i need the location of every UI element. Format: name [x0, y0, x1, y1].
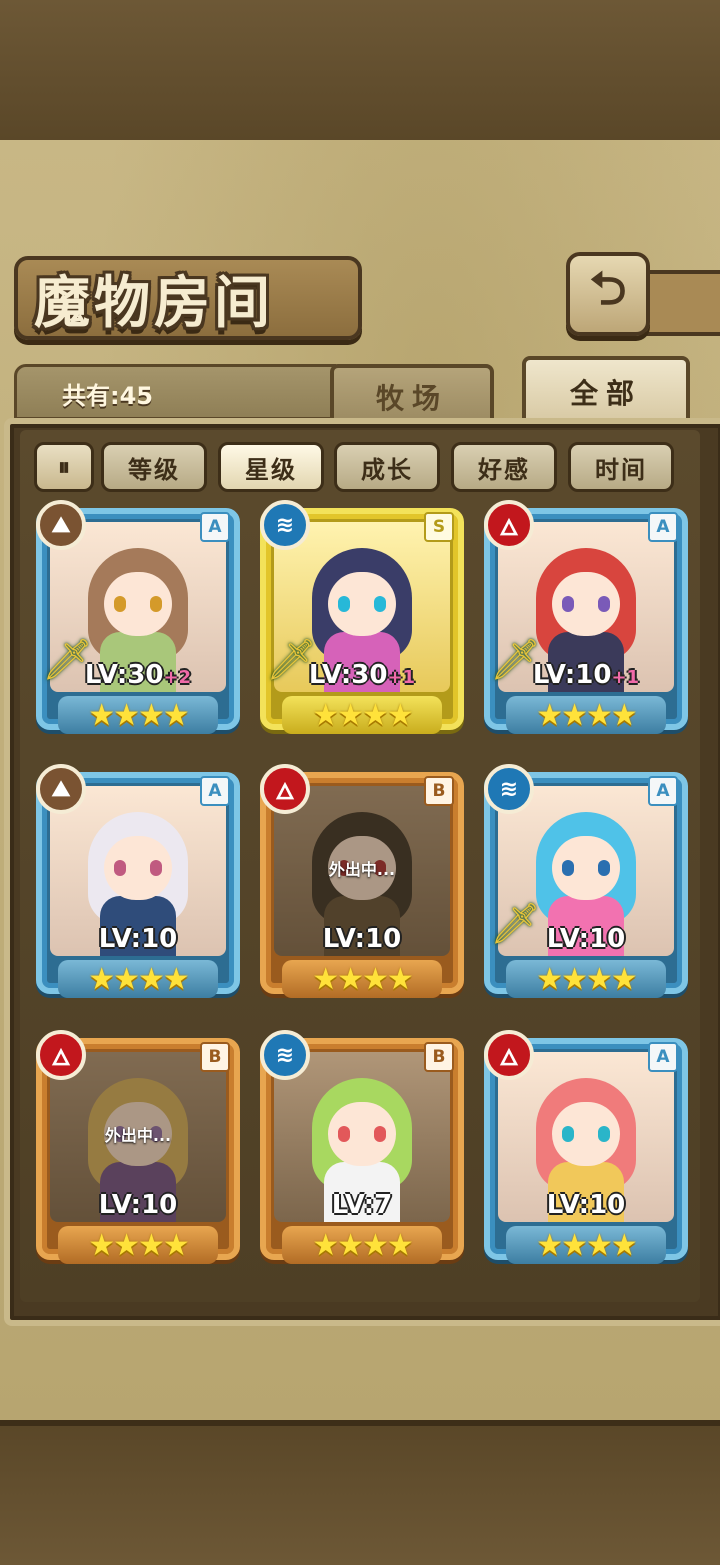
monster-level: LV:10+1: [484, 660, 688, 690]
sort-order-toggle[interactable]: ⏸: [34, 442, 94, 492]
sort-order-icon: ⏸: [58, 453, 70, 481]
rank-badge: A: [648, 1042, 678, 1072]
rank-badge: A: [648, 512, 678, 542]
level-value: LV:10: [546, 1190, 626, 1220]
rank-badge: S: [424, 512, 454, 542]
portrait-eye: [562, 1126, 574, 1142]
monster-level: LV:10: [484, 924, 688, 954]
rank-badge: A: [200, 776, 230, 806]
portrait-eye: [374, 1126, 386, 1142]
monster-card[interactable]: B ≋ LV:7 ★★★★: [260, 1030, 464, 1272]
earth-element-icon: ⛰: [36, 764, 86, 814]
sort-affection-button[interactable]: 好感: [451, 442, 557, 492]
sort-level-button[interactable]: 等级: [101, 442, 207, 492]
portrait-eye: [598, 1126, 610, 1142]
monster-level: LV:10: [260, 924, 464, 954]
monster-card[interactable]: 外出中... B 🜂 LV:10 ★★★★: [260, 764, 464, 1006]
tab-all[interactable]: 全部: [522, 356, 690, 424]
star-rating: ★★★★: [58, 1226, 218, 1264]
fire-element-icon: 🜂: [484, 500, 534, 550]
page-title: 魔物房间: [34, 270, 274, 336]
star-rating: ★★★★: [282, 696, 442, 734]
level-bonus: +1: [611, 667, 640, 688]
monster-level: LV:30+1: [260, 660, 464, 690]
level-value: LV:10: [98, 924, 178, 954]
rank-badge: A: [648, 776, 678, 806]
monster-card[interactable]: 外出中... B 🜂 LV:10 ★★★★: [36, 1030, 240, 1272]
level-value: LV:10: [532, 660, 612, 690]
star-rating: ★★★★: [506, 696, 666, 734]
monster-card[interactable]: A ⛰ LV:10 ★★★★: [36, 764, 240, 1006]
star-rating: ★★★★: [506, 1226, 666, 1264]
water-element-icon: ≋: [260, 1030, 310, 1080]
top-frame: [0, 0, 720, 146]
rank-badge: A: [200, 512, 230, 542]
back-arrow-icon: ⮌: [589, 261, 627, 315]
portrait-eye: [598, 596, 610, 612]
portrait-eye: [114, 860, 126, 876]
star-rating: ★★★★: [506, 960, 666, 998]
monster-card[interactable]: S ≋ 🗡 LV:30+1 ★★★★: [260, 500, 464, 742]
portrait-eye: [338, 596, 350, 612]
monster-card[interactable]: A ≋ 🗡 LV:10 ★★★★: [484, 764, 688, 1006]
back-button[interactable]: ⮌: [566, 252, 650, 336]
monster-count: 共有:45: [62, 382, 153, 410]
bottom-frame: [0, 1420, 720, 1565]
rank-badge: B: [424, 1042, 454, 1072]
monster-card[interactable]: A 🜂 LV:10 ★★★★: [484, 1030, 688, 1272]
portrait-eye: [598, 860, 610, 876]
fire-element-icon: 🜂: [260, 764, 310, 814]
water-element-icon: ≋: [260, 500, 310, 550]
portrait-eye: [562, 860, 574, 876]
portrait-eye: [338, 1126, 350, 1142]
monster-card[interactable]: A 🜂 🗡 LV:10+1 ★★★★: [484, 500, 688, 742]
fire-element-icon: 🜂: [484, 1030, 534, 1080]
tab-ranch[interactable]: 牧场: [330, 364, 494, 426]
level-value: LV:10: [98, 1190, 178, 1220]
rank-badge: B: [424, 776, 454, 806]
sort-star-button[interactable]: 星级: [218, 442, 324, 492]
earth-element-icon: ⛰: [36, 500, 86, 550]
monster-level: LV:30+2: [36, 660, 240, 690]
portrait-eye: [374, 596, 386, 612]
monster-level: LV:10: [484, 1190, 688, 1220]
away-status: 外出中...: [328, 860, 396, 879]
level-value: LV:7: [331, 1190, 393, 1220]
star-rating: ★★★★: [282, 960, 442, 998]
sort-growth-button[interactable]: 成长: [334, 442, 440, 492]
monster-level: LV:10: [36, 1190, 240, 1220]
level-value: LV:30: [308, 660, 388, 690]
star-rating: ★★★★: [282, 1226, 442, 1264]
level-value: LV:30: [84, 660, 164, 690]
monster-card[interactable]: A ⛰ 🗡 LV:30+2 ★★★★: [36, 500, 240, 742]
portrait-eye: [150, 860, 162, 876]
portrait-eye: [150, 596, 162, 612]
level-value: LV:10: [322, 924, 402, 954]
monster-level: LV:7: [260, 1190, 464, 1220]
portrait-eye: [562, 596, 574, 612]
rank-badge: B: [200, 1042, 230, 1072]
star-rating: ★★★★: [58, 696, 218, 734]
away-status: 外出中...: [104, 1126, 172, 1145]
level-bonus: +1: [387, 667, 416, 688]
monster-level: LV:10: [36, 924, 240, 954]
level-value: LV:10: [546, 924, 626, 954]
star-rating: ★★★★: [58, 960, 218, 998]
fire-element-icon: 🜂: [36, 1030, 86, 1080]
water-element-icon: ≋: [484, 764, 534, 814]
header-strip: [640, 270, 720, 336]
level-bonus: +2: [163, 667, 192, 688]
sort-time-button[interactable]: 时间: [568, 442, 674, 492]
portrait-eye: [114, 596, 126, 612]
